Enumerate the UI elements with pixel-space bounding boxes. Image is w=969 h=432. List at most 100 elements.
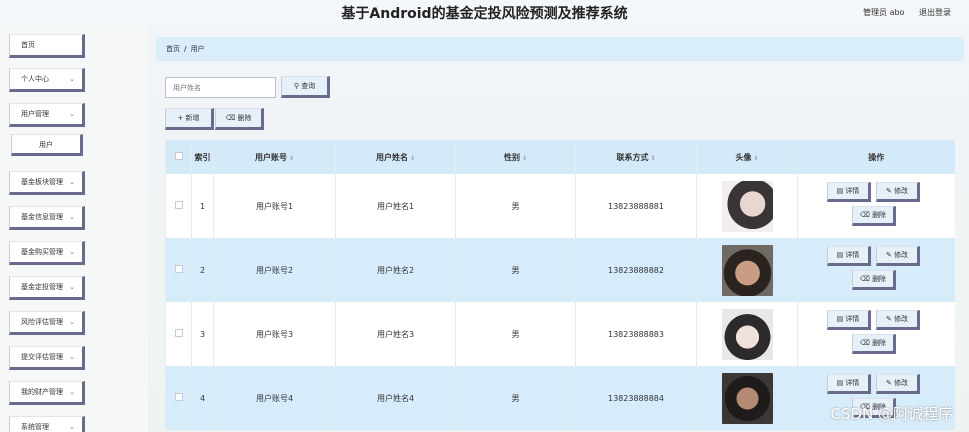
col-gender[interactable]: 性别 ⇕: [455, 140, 576, 174]
cell-account: 用户账号2: [213, 238, 336, 302]
trash-icon: ⌫: [859, 339, 870, 347]
breadcrumb-home[interactable]: 首页: [166, 45, 180, 53]
detail-button[interactable]: ▤ 详情: [827, 246, 871, 266]
doc-icon: ▤: [836, 315, 844, 323]
row-checkbox[interactable]: [174, 329, 183, 337]
doc-icon: ▤: [836, 379, 844, 387]
batch-delete-button[interactable]: ⌫ 删除: [215, 108, 264, 130]
edit-button[interactable]: ✎ 修改: [876, 374, 920, 394]
sidebar-item-label: 用户管理: [21, 110, 49, 118]
sidebar-item-10[interactable]: 我的财产管理 ⌄: [9, 381, 85, 405]
top-header: 基于Android的基金定投风险预测及推荐系统 管理员 abo 退出登录: [0, 0, 969, 26]
chevron-down-icon: ⌄: [69, 213, 75, 221]
delete-button[interactable]: ⌫ 删除: [852, 334, 896, 354]
sidebar-item-11[interactable]: 系统管理 ⌄: [9, 416, 85, 432]
sidebar-item-3[interactable]: 用户: [11, 134, 83, 156]
row-checkbox[interactable]: [174, 393, 183, 401]
cell-index: 1: [191, 174, 214, 238]
detail-button[interactable]: ▤ 详情: [827, 310, 871, 330]
sidebar-item-label: 我的财产管理: [21, 388, 63, 396]
sidebar-item-label: 基金购买管理: [21, 248, 63, 256]
cell-name: 用户姓名3: [335, 302, 456, 366]
sort-icon[interactable]: ⇕: [289, 155, 294, 162]
cell-account: 用户账号4: [213, 366, 336, 430]
sort-icon[interactable]: ⇕: [650, 155, 655, 162]
cell-avatar: [696, 302, 798, 366]
sidebar-item-5[interactable]: 基金信息管理 ⌄: [9, 206, 85, 230]
sort-icon[interactable]: ⇕: [410, 155, 415, 162]
cell-gender: 男: [455, 302, 576, 366]
watermark: CSDN @阿诚程序: [830, 405, 953, 423]
pencil-icon: ✎: [885, 315, 892, 323]
sidebar-item-6[interactable]: 基金购买管理 ⌄: [9, 241, 85, 265]
delete-button[interactable]: ⌫ 删除: [852, 270, 896, 290]
chevron-down-icon: ⌄: [69, 75, 75, 83]
add-button-label: 新增: [185, 114, 200, 122]
row-actions: ▤ 详情 ✎ 修改 ⌫ 删除: [798, 306, 955, 362]
cell-index: 2: [191, 238, 214, 302]
avatar[interactable]: [721, 244, 773, 296]
sort-icon[interactable]: ⇕: [522, 155, 527, 162]
row-checkbox[interactable]: [174, 201, 183, 209]
edit-button[interactable]: ✎ 修改: [876, 182, 920, 202]
col-index: 索引: [191, 140, 214, 174]
col-account[interactable]: 用户账号 ⇕: [213, 140, 336, 174]
query-button[interactable]: ⚲ 查询: [281, 76, 330, 98]
row-checkbox[interactable]: [174, 265, 183, 273]
trash-icon: ⌫: [225, 114, 236, 122]
row-select-cell[interactable]: [165, 302, 192, 366]
select-all-checkbox[interactable]: [174, 152, 183, 160]
user-role: 管理员 abo: [863, 8, 905, 17]
col-name[interactable]: 用户姓名 ⇕: [335, 140, 456, 174]
cell-phone: 13823888882: [575, 238, 697, 302]
cell-avatar: [696, 366, 798, 430]
select-all-cell[interactable]: [165, 140, 192, 174]
row-select-cell[interactable]: [165, 174, 192, 238]
sidebar-item-label: 提交评估管理: [21, 353, 63, 361]
chevron-down-icon: ⌄: [69, 388, 75, 396]
edit-button[interactable]: ✎ 修改: [876, 310, 920, 330]
sidebar-item-8[interactable]: 风险评估管理 ⌄: [9, 311, 85, 335]
cell-account: 用户账号3: [213, 302, 336, 366]
col-phone[interactable]: 联系方式 ⇕: [575, 140, 697, 174]
cell-phone: 13823888881: [575, 174, 697, 238]
plus-icon: +: [177, 114, 184, 122]
sidebar-item-4[interactable]: 基金板块管理 ⌄: [9, 171, 85, 195]
cell-gender: 男: [455, 238, 576, 302]
col-ops: 操作: [797, 140, 955, 174]
sidebar-item-label: 基金信息管理: [21, 213, 63, 221]
detail-button[interactable]: ▤ 详情: [827, 182, 871, 202]
row-select-cell[interactable]: [165, 366, 192, 430]
sidebar-item-7[interactable]: 基金定投管理 ⌄: [9, 276, 85, 300]
trash-icon: ⌫: [859, 211, 870, 219]
add-button[interactable]: + 新增: [165, 108, 214, 130]
sidebar-item-2[interactable]: 用户管理 ⌄: [9, 103, 85, 127]
search-input[interactable]: [165, 77, 276, 98]
detail-button[interactable]: ▤ 详情: [827, 374, 871, 394]
cell-avatar: [696, 238, 798, 302]
cell-index: 4: [191, 366, 214, 430]
pencil-icon: ✎: [885, 379, 892, 387]
logout-link[interactable]: 退出登录: [919, 8, 951, 17]
sidebar-item-label: 基金板块管理: [21, 178, 63, 186]
row-select-cell[interactable]: [165, 238, 192, 302]
sidebar-item-0[interactable]: 首页: [9, 34, 85, 58]
col-avatar[interactable]: 头像 ⇕: [696, 140, 798, 174]
avatar[interactable]: [721, 372, 773, 424]
batch-delete-label: 删除: [237, 114, 252, 122]
delete-button[interactable]: ⌫ 删除: [852, 206, 896, 226]
sidebar-item-label: 风险评估管理: [21, 318, 63, 326]
sidebar-item-label: 首页: [21, 41, 35, 49]
chevron-down-icon: ⌄: [69, 248, 75, 256]
chevron-down-icon: ⌄: [69, 178, 75, 186]
cell-gender: 男: [455, 174, 576, 238]
chevron-down-icon: ⌄: [69, 423, 75, 431]
avatar[interactable]: [721, 180, 773, 232]
sidebar-item-1[interactable]: 个人中心 ⌄: [9, 68, 85, 92]
sort-icon[interactable]: ⇕: [753, 155, 758, 162]
cell-ops: ▤ 详情 ✎ 修改 ⌫ 删除: [797, 302, 955, 366]
edit-button[interactable]: ✎ 修改: [876, 246, 920, 266]
avatar[interactable]: [721, 308, 773, 360]
sidebar-item-9[interactable]: 提交评估管理 ⌄: [9, 346, 85, 370]
cell-phone: 13823888883: [575, 302, 697, 366]
